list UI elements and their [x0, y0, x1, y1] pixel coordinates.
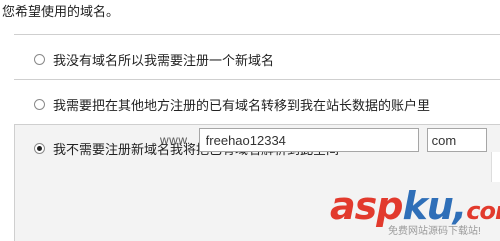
- domain-name-input[interactable]: [198, 128, 419, 152]
- aspku-watermark-logo: aspku,com 免费网站源码下载站!: [330, 186, 500, 240]
- option-register-new[interactable]: 我没有域名所以我需要注册一个新域名: [14, 35, 500, 80]
- option-transfer-domain-label[interactable]: 我需要把在其他地方注册的已有域名转移到我在站长数据的账户里: [53, 95, 430, 114]
- page-title: 您希望使用的域名。: [2, 4, 120, 19]
- watermark-tagline: 免费网站源码下载站!: [388, 226, 481, 237]
- radio-register-new[interactable]: [34, 54, 45, 65]
- domain-prefix-label: www.: [160, 133, 191, 147]
- domain-suffix-value: com: [431, 132, 457, 148]
- panel-right-edge: [491, 152, 500, 182]
- radio-transfer-domain[interactable]: [34, 99, 45, 110]
- option-transfer-domain[interactable]: 我需要把在其他地方注册的已有域名转移到我在站长数据的账户里: [14, 80, 500, 125]
- option-register-new-label[interactable]: 我没有域名所以我需要注册一个新域名: [53, 50, 274, 69]
- domain-entry-row: www. com: [160, 128, 487, 152]
- domain-suffix-field[interactable]: com: [426, 128, 487, 152]
- radio-use-existing[interactable]: [34, 143, 45, 154]
